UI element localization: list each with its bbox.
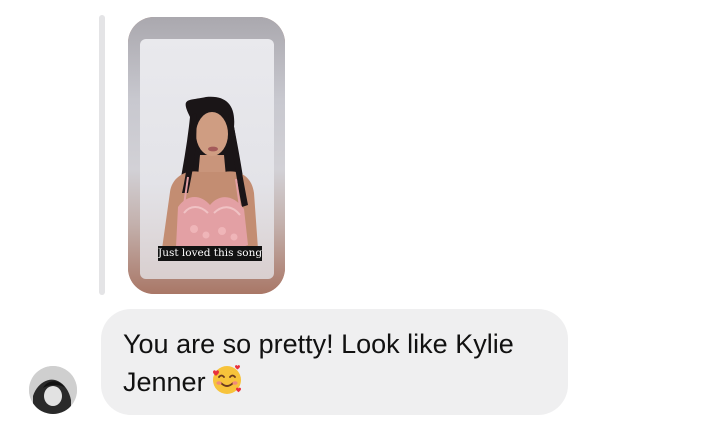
sender-avatar[interactable] xyxy=(29,366,77,414)
message-text: You are so pretty! Look like Kylie Jenne… xyxy=(123,329,514,397)
avatar-photo xyxy=(29,366,77,414)
story-caption: Just loved this song xyxy=(158,246,262,261)
story-preview[interactable]: Just loved this song xyxy=(128,17,285,294)
smiling-face-with-hearts-icon xyxy=(210,363,244,397)
reply-indicator-bar xyxy=(99,15,105,295)
message-bubble[interactable]: You are so pretty! Look like Kylie Jenne… xyxy=(101,309,568,415)
message-row: You are so pretty! Look like Kylie Jenne… xyxy=(0,300,712,426)
message-thread: Just loved this song You are so pretty! … xyxy=(0,0,712,426)
